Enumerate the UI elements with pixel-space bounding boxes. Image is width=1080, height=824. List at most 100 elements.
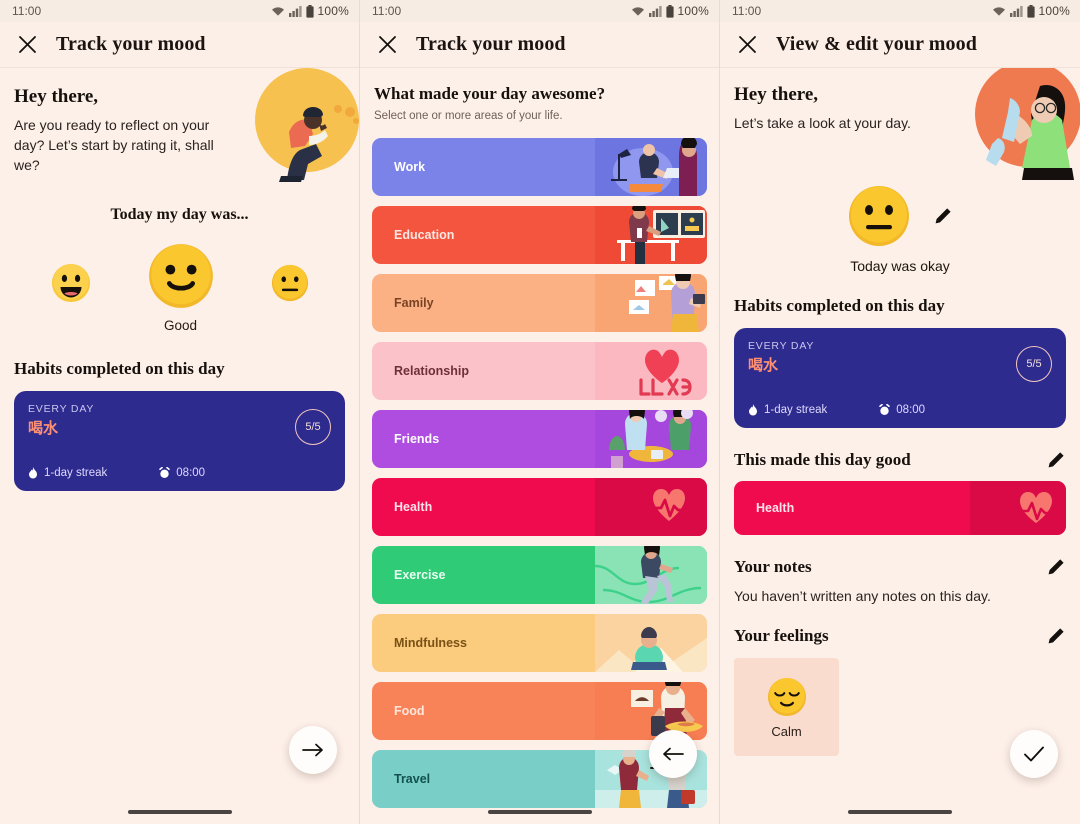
hero-section: Hey there, Let’s take a look at your day… (720, 68, 1080, 180)
status-bar: 11:00 100% (0, 0, 359, 22)
alarm-clock-icon (159, 466, 171, 478)
panel3-content: Hey there, Let’s take a look at your day… (720, 68, 1080, 824)
habit-name: 喝水 (28, 419, 59, 437)
teacher-board-illustration (595, 206, 707, 264)
good-tag-label: Health (756, 501, 795, 515)
wifi-icon (992, 6, 1005, 16)
category-label: Food (394, 704, 425, 718)
home-indicator (127, 810, 232, 814)
close-icon[interactable] (374, 32, 400, 58)
category-label: Education (394, 228, 455, 242)
habits-title: Habits completed on this day (734, 296, 945, 315)
app-bar: Track your mood (0, 22, 359, 68)
app-bar: View & edit your mood (720, 22, 1080, 68)
habit-meta: 1-day streak 08:00 (748, 404, 1052, 416)
cooking-illustration (595, 682, 707, 740)
battery-percent: 100% (677, 4, 709, 18)
cellular-signal-icon (288, 5, 302, 17)
hero-section: Hey there, Are you ready to reflect on y… (0, 68, 359, 184)
grinning-face (51, 264, 90, 303)
habit-streak-label: 1-day streak (764, 404, 828, 416)
categories-heading: What made your day awesome? (374, 84, 606, 103)
home-indicator (848, 810, 952, 814)
habit-card[interactable]: EVERY DAY 喝水 1-day streak 08:00 5/5 (14, 390, 345, 491)
mood-summary: Today was okay (720, 184, 1080, 274)
edit-mood-pencil-icon[interactable] (933, 206, 953, 226)
habits-section: Habits completed on this day EVERY DAY 喝… (720, 296, 1080, 428)
category-row-family[interactable]: Family (372, 274, 707, 332)
phone-screen-track-mood-categories: 11:00 100% Track your mood What made you… (360, 0, 720, 824)
habit-progress-ring: 5/5 (1016, 346, 1052, 382)
category-row-education[interactable]: Education (372, 206, 707, 264)
meditation-illustration (595, 614, 707, 672)
edit-good-things-pencil-icon[interactable] (1046, 450, 1066, 470)
battery-icon (1026, 4, 1035, 18)
arrow-right-icon (302, 743, 323, 757)
battery-icon (665, 4, 674, 18)
status-time: 11:00 (372, 4, 402, 18)
good-things-title: This made this day good (734, 450, 911, 469)
back-button[interactable] (649, 730, 697, 778)
status-icons: 100% (631, 4, 710, 18)
categories-header: What made your day awesome? Select one o… (360, 68, 719, 122)
category-label: Work (394, 160, 426, 174)
notes-header: Your notes (734, 557, 1066, 577)
page-title: View & edit your mood (776, 33, 977, 55)
habit-card[interactable]: EVERY DAY 喝水 1-day streak 08:00 5/5 (734, 328, 1066, 428)
edit-notes-pencil-icon[interactable] (1046, 557, 1066, 577)
category-list: Work Education Family Relationship Frien… (360, 138, 719, 808)
category-label: Exercise (394, 568, 446, 582)
heartbeat-illustration (595, 478, 707, 536)
battery-percent: 100% (1038, 4, 1070, 18)
status-time: 11:00 (732, 4, 762, 18)
feeling-label: Calm (771, 723, 802, 739)
edit-feelings-pencil-icon[interactable] (1046, 626, 1066, 646)
phone-screen-view-edit-mood: 11:00 100% View & edit your mood Hey the… (720, 0, 1080, 824)
hero-body: Are you ready to reflect on your day? Le… (14, 117, 214, 173)
next-button[interactable] (289, 726, 337, 774)
close-icon[interactable] (14, 32, 40, 58)
category-row-health[interactable]: Health (372, 478, 707, 536)
mood-option-great[interactable] (50, 262, 92, 312)
neutral-face[interactable] (847, 184, 911, 248)
confirm-button[interactable] (1010, 730, 1058, 778)
mood-option-okay[interactable] (270, 263, 310, 311)
battery-percent: 100% (317, 4, 349, 18)
wifi-icon (271, 6, 284, 16)
close-icon[interactable] (734, 32, 760, 58)
category-row-food[interactable]: Food (372, 682, 707, 740)
work-desk-illustration (595, 138, 707, 196)
category-row-relationship[interactable]: Relationship (372, 342, 707, 400)
category-row-work[interactable]: Work (372, 138, 707, 196)
habits-title: Habits completed on this day (14, 358, 225, 378)
app-bar: Track your mood (360, 22, 719, 68)
good-things-header: This made this day good (734, 450, 1066, 470)
feelings-title: Your feelings (734, 626, 829, 645)
habit-streak: 1-day streak (28, 466, 108, 479)
mood-option-good[interactable]: Good (147, 242, 215, 333)
feelings-header: Your feelings (734, 626, 1066, 646)
love-heart-illustration (595, 342, 707, 400)
panel2-content: What made your day awesome? Select one o… (360, 68, 719, 824)
category-label: Health (394, 500, 433, 514)
category-row-mindfulness[interactable]: Mindfulness (372, 614, 707, 672)
status-bar: 11:00 100% (720, 0, 1080, 22)
battery-icon (305, 4, 314, 18)
category-label: Family (394, 296, 434, 310)
habit-frequency: EVERY DAY (28, 402, 95, 415)
flame-icon (749, 404, 757, 416)
good-tag-card[interactable]: Health (734, 481, 1066, 535)
category-row-exercise[interactable]: Exercise (372, 546, 707, 604)
mood-summary-row (847, 184, 953, 248)
habit-streak-label: 1-day streak (44, 466, 108, 479)
wifi-icon (631, 6, 644, 16)
mood-question: Today my day was... (110, 205, 249, 223)
feeling-chip-calm[interactable]: Calm (734, 658, 839, 756)
running-person-illustration (595, 546, 707, 604)
habit-time: 08:00 (159, 466, 205, 479)
category-row-friends[interactable]: Friends (372, 410, 707, 468)
habit-time-label: 08:00 (896, 404, 926, 416)
notes-section: Your notes You haven’t written any notes… (720, 557, 1080, 604)
cellular-signal-icon (648, 5, 662, 17)
heartbeat-illustration (970, 481, 1066, 535)
